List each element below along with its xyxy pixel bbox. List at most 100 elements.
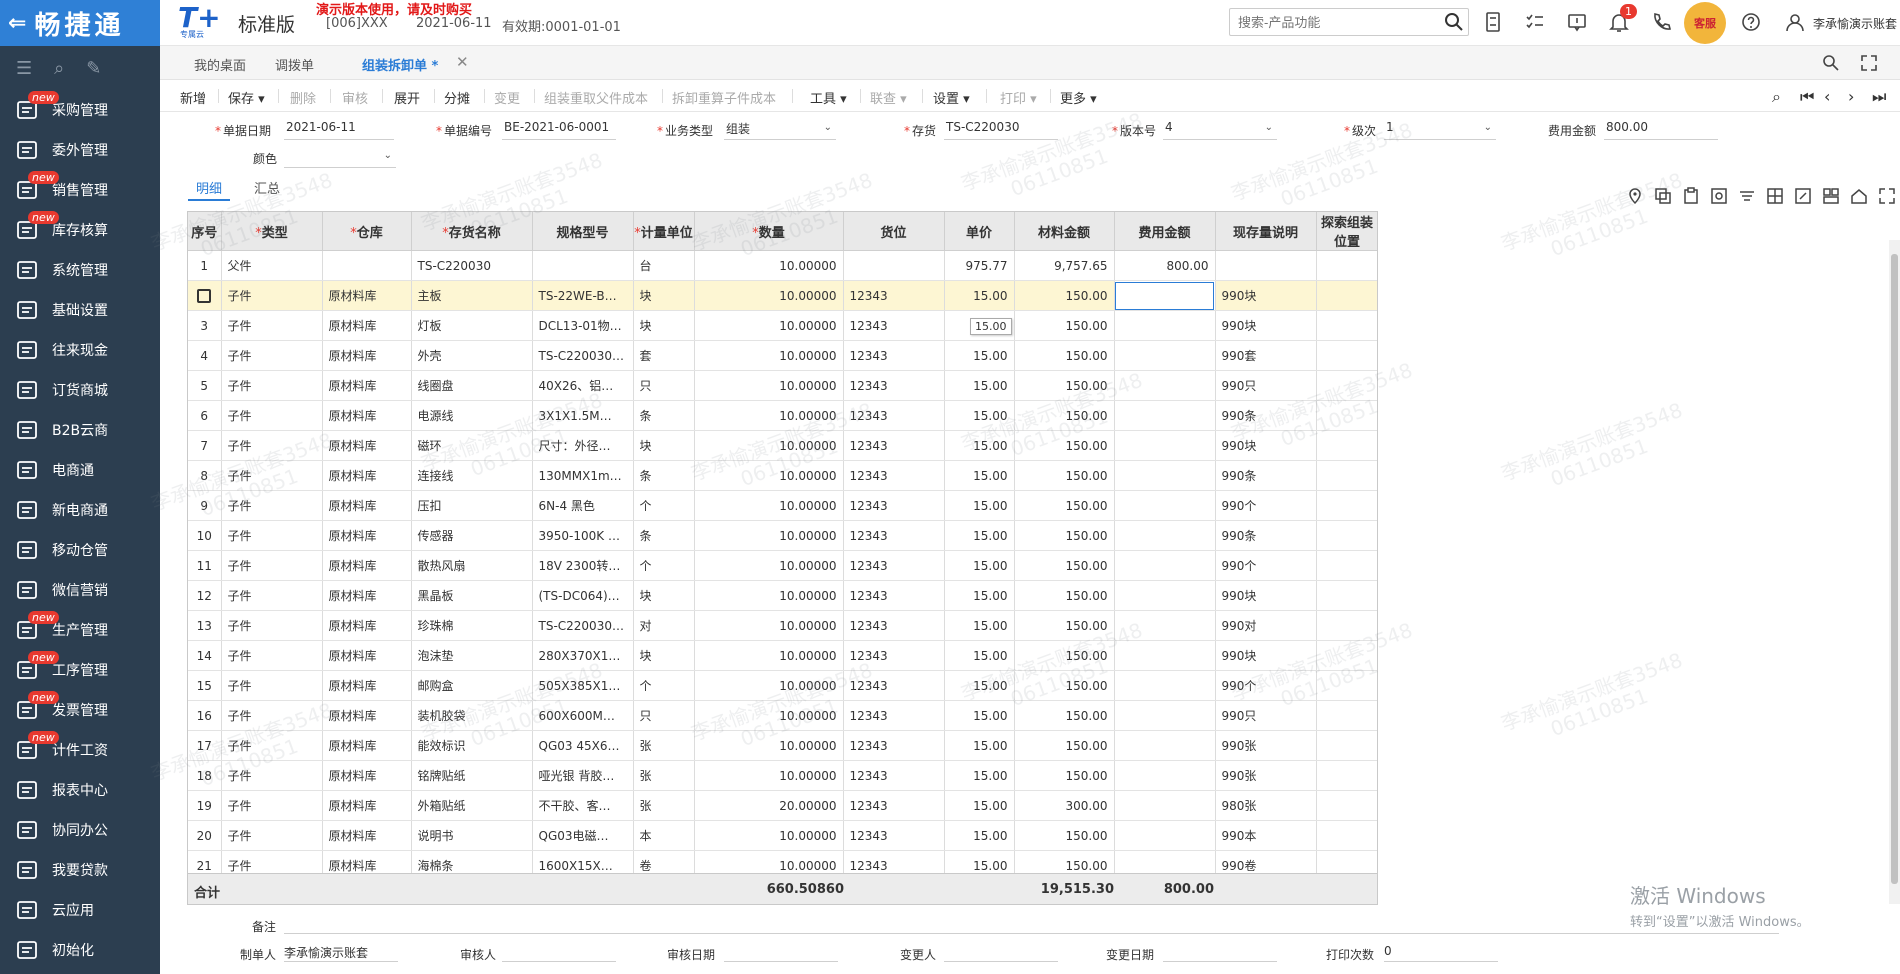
table-cell[interactable]: 父件	[221, 250, 323, 281]
table-cell[interactable]: 原材料库	[322, 400, 412, 431]
table-cell[interactable]: 10.00000	[694, 580, 844, 611]
table-cell[interactable]: 散热风扇	[411, 550, 533, 581]
brand-bar[interactable]: ⇐ 畅捷通	[0, 0, 160, 46]
sidebar-item[interactable]: 我要贷款	[0, 850, 160, 890]
table-cell[interactable]: 505X385X1…	[532, 670, 634, 701]
table-cell[interactable]: 20.00000	[694, 790, 844, 821]
table-cell[interactable]: TS-C220030…	[532, 610, 634, 641]
table-cell[interactable]: 150.00	[1014, 460, 1115, 491]
table-cell[interactable]: 原材料库	[322, 280, 412, 311]
table-cell[interactable]: 原材料库	[322, 490, 412, 521]
tab-search-icon[interactable]	[1822, 54, 1840, 72]
message-icon[interactable]	[1566, 11, 1588, 33]
table-cell[interactable]: 12343	[843, 760, 945, 791]
table-cell[interactable]: 10.00000	[694, 460, 844, 491]
insert-row-icon[interactable]	[1766, 187, 1784, 205]
table-cell[interactable]	[1316, 730, 1377, 761]
table-cell[interactable]	[1114, 700, 1216, 731]
table-cell[interactable]: 主板	[411, 280, 533, 311]
table-cell[interactable]: 150.00	[1014, 610, 1115, 641]
next-record-icon[interactable]: ›	[1848, 87, 1866, 106]
code-field[interactable]: BE-2021-06-0001	[502, 120, 616, 140]
sidebar-item[interactable]: B2B云商	[0, 410, 160, 450]
table-cell[interactable]: 子件	[221, 700, 323, 731]
sidebar-item[interactable]: 委外管理	[0, 130, 160, 170]
table-cell[interactable]: 150.00	[1014, 400, 1115, 431]
table-cell[interactable]: 3	[188, 310, 222, 341]
table-cell[interactable]: 压扣	[411, 490, 533, 521]
split-button[interactable]: 分摊	[444, 88, 470, 107]
settings-grid-icon[interactable]	[1710, 187, 1728, 205]
table-row[interactable]: 4 子件 原材料库 外壳 TS-C220030… 套 10.00000 12343 15.00 1…	[188, 340, 1377, 371]
table-cell[interactable]: 990只	[1215, 370, 1317, 401]
sidebar-item[interactable]: 订货商城	[0, 370, 160, 410]
tab-transfer[interactable]: 调拨单	[275, 55, 314, 74]
table-cell[interactable]: 10	[188, 520, 222, 551]
column-header[interactable]: *数量	[694, 212, 844, 251]
table-cell[interactable]: 12343	[843, 430, 945, 461]
table-cell[interactable]	[1316, 370, 1377, 401]
table-cell[interactable]: 12343	[843, 400, 945, 431]
table-cell[interactable]: 张	[633, 730, 695, 761]
table-row[interactable]: 5 子件 原材料库 线圈盘 40X26、铝… 只 10.00000 12343 15.00 150…	[188, 370, 1377, 401]
table-cell[interactable]: 600X600M…	[532, 700, 634, 731]
table-cell[interactable]: 150.00	[1014, 490, 1115, 521]
table-cell[interactable]: 150.00	[1014, 280, 1115, 311]
table-row[interactable]: 1 父件 TS-C220030 台 10.00000 975.77 9,757.65 800.…	[188, 250, 1377, 281]
table-cell[interactable]: 10.00000	[694, 280, 844, 311]
version-select[interactable]: 4 ⌄	[1163, 120, 1277, 140]
table-cell[interactable]: 150.00	[1014, 670, 1115, 701]
table-cell[interactable]: 原材料库	[322, 820, 412, 851]
table-row[interactable]: 10 子件 原材料库 传感器 3950-100K … 条 10.00000 12343 15.0…	[188, 520, 1377, 551]
tab-summary[interactable]: 汇总	[254, 178, 280, 197]
table-cell[interactable]	[1114, 520, 1216, 551]
table-row[interactable]: 18 子件 原材料库 铭牌贴纸 哑光银 背胶… 张 10.00000 12343 15.00 15…	[188, 760, 1377, 791]
table-cell[interactable]: 铭牌贴纸	[411, 760, 533, 791]
edit-grid-icon[interactable]	[1794, 187, 1812, 205]
table-cell[interactable]: 10.00000	[694, 400, 844, 431]
table-cell[interactable]: 20	[188, 820, 222, 851]
table-row[interactable]: 3子件原材料库灯板DCL13-01物…块10.0000012343 15.0015…	[188, 310, 1377, 341]
table-cell[interactable]: 12343	[843, 670, 945, 701]
sidebar-item[interactable]: 报表中心	[0, 770, 160, 810]
level-select[interactable]: 1 ⌄	[1384, 120, 1496, 140]
vertical-scrollbar[interactable]	[1889, 240, 1900, 904]
table-cell[interactable]: 150.00	[1014, 760, 1115, 791]
table-cell[interactable]: 990条	[1215, 400, 1317, 431]
table-cell[interactable]: 980张	[1215, 790, 1317, 821]
table-cell[interactable]: 13	[188, 610, 222, 641]
table-cell[interactable]: 990个	[1215, 550, 1317, 581]
table-cell[interactable]: 原材料库	[322, 790, 412, 821]
table-cell[interactable]: 10.00000	[694, 490, 844, 521]
table-cell[interactable]: 子件	[221, 280, 323, 311]
table-cell[interactable]: 原材料库	[322, 580, 412, 611]
table-row[interactable]: 12 子件 原材料库 黑晶板 (TS-DC064)… 块 10.00000 12343 15.0…	[188, 580, 1377, 611]
table-cell[interactable]: 不干胶、客…	[532, 790, 634, 821]
table-cell[interactable]	[1114, 340, 1216, 371]
table-cell[interactable]: 12343	[843, 610, 945, 641]
menu-icon[interactable]: ☰	[16, 58, 32, 79]
table-cell[interactable]: 子件	[221, 430, 323, 461]
table-cell[interactable]: 19	[188, 790, 222, 821]
table-cell[interactable]	[322, 250, 412, 281]
table-cell[interactable]	[1114, 370, 1216, 401]
table-cell[interactable]: 12	[188, 580, 222, 611]
table-cell[interactable]: 990个	[1215, 490, 1317, 521]
fee-field[interactable]: 800.00	[1604, 120, 1718, 140]
table-cell[interactable]: 本	[633, 820, 695, 851]
table-row[interactable]: 6 子件 原材料库 电源线 3X1X1.5M… 条 10.00000 12343 15.00 15…	[188, 400, 1377, 431]
table-cell[interactable]	[1114, 310, 1216, 341]
table-cell[interactable]: 150.00	[1014, 430, 1115, 461]
table-cell[interactable]: 150.00	[1014, 820, 1115, 851]
table-cell[interactable]: 磁环	[411, 430, 533, 461]
table-row[interactable]: 20 子件 原材料库 说明书 QG03电磁… 本 10.00000 12343 15.00 150…	[188, 820, 1377, 851]
column-header[interactable]: 规格型号	[532, 212, 634, 251]
table-cell[interactable]	[1316, 340, 1377, 371]
table-cell[interactable]: 15.00	[944, 700, 1015, 731]
table-cell[interactable]: 300.00	[1014, 790, 1115, 821]
table-cell[interactable]: 10.00000	[694, 610, 844, 641]
table-cell[interactable]: 12343	[843, 310, 945, 341]
table-cell[interactable]: 12343	[843, 700, 945, 731]
table-cell[interactable]: 珍珠棉	[411, 610, 533, 641]
table-cell[interactable]: 10.00000	[694, 310, 844, 341]
